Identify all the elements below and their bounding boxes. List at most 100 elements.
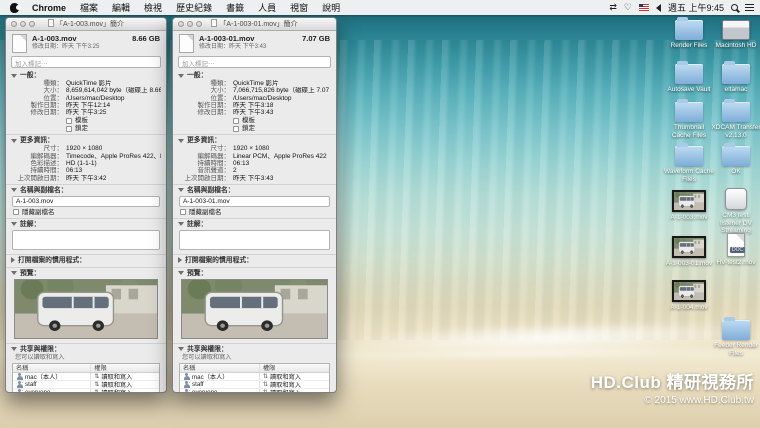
disclosure-triangle-icon[interactable] bbox=[178, 188, 184, 192]
section-open-with-header[interactable]: 打開檔案的慣用程式： bbox=[11, 256, 161, 265]
disclosure-triangle-icon[interactable] bbox=[178, 74, 184, 78]
video-preview-thumbnail[interactable] bbox=[14, 279, 158, 339]
checkbox[interactable] bbox=[180, 209, 186, 215]
desktop-icon-render-files[interactable]: Render Files bbox=[664, 20, 714, 50]
section-general-header[interactable]: 一般： bbox=[178, 71, 331, 80]
disclosure-triangle-icon[interactable] bbox=[11, 271, 17, 275]
watermark-copyright: © 2015 www.HD.Club.tw bbox=[591, 395, 754, 406]
disclosure-triangle-icon[interactable] bbox=[178, 222, 184, 226]
minimize-button[interactable] bbox=[20, 21, 26, 27]
title-bar[interactable]: 「A-1-003-01.mov」簡介 bbox=[173, 18, 336, 31]
section-comments-header[interactable]: 註解： bbox=[11, 220, 161, 229]
minimize-button[interactable] bbox=[187, 21, 193, 27]
info-row: 大小：7,066,715,826 byte（磁碟上 7.07 GB） bbox=[178, 87, 331, 94]
desktop-icon-macintosh-hd[interactable]: Macintosh HD bbox=[711, 20, 760, 50]
icon-label: Thumbnail Cache Files bbox=[664, 124, 714, 139]
checkbox[interactable] bbox=[66, 126, 72, 132]
info-row: 持續時間：06:13 bbox=[11, 167, 161, 174]
disclosure-triangle-icon[interactable] bbox=[178, 271, 184, 275]
zoom-button[interactable] bbox=[196, 21, 202, 27]
desktop-icon-streaming-app[interactable]: CM3 testi listener DV Streaming bbox=[711, 188, 760, 235]
section-comments-header[interactable]: 註解： bbox=[178, 220, 331, 229]
section-general: 一般： 種類：QuickTime 影片 大小：7,066,715,826 byt… bbox=[173, 70, 336, 134]
close-button[interactable] bbox=[11, 21, 17, 27]
desktop-icon-hv-test2-mov[interactable]: DOC HV-test2.mov bbox=[711, 233, 760, 267]
section-general-header[interactable]: 一般： bbox=[11, 71, 161, 80]
disclosure-triangle-icon[interactable] bbox=[11, 347, 17, 351]
checkbox[interactable] bbox=[233, 126, 239, 132]
title-doc-icon bbox=[48, 19, 54, 27]
checkbox[interactable] bbox=[66, 118, 72, 124]
notification-center-icon[interactable] bbox=[745, 4, 754, 11]
menu-history[interactable]: 歷史紀錄 bbox=[169, 1, 219, 14]
menu-help[interactable]: 說明 bbox=[315, 1, 347, 14]
disclosure-triangle-icon[interactable] bbox=[11, 188, 17, 192]
desktop-icon-ok[interactable]: OK bbox=[711, 146, 760, 176]
input-source-flag-icon[interactable] bbox=[639, 4, 649, 11]
desktop-icon-a-1-003-mov[interactable]: A-1-003.mov bbox=[664, 190, 714, 222]
section-open-with-header[interactable]: 打開檔案的慣用程式： bbox=[178, 256, 331, 265]
section-comments: 註解： bbox=[6, 218, 166, 254]
tags-input[interactable]: 加入標記⋯ bbox=[178, 56, 331, 68]
disclosure-triangle-icon[interactable] bbox=[178, 139, 184, 143]
close-button[interactable] bbox=[178, 21, 184, 27]
menu-edit[interactable]: 編輯 bbox=[105, 1, 137, 14]
volume-icon[interactable] bbox=[656, 4, 661, 12]
column-name[interactable]: 名稱 bbox=[180, 364, 260, 372]
section-preview-header[interactable]: 預覽： bbox=[11, 269, 161, 278]
tags-input[interactable]: 加入標記⋯ bbox=[11, 56, 161, 68]
menu-app-name[interactable]: Chrome bbox=[25, 3, 73, 13]
menu-view[interactable]: 檢視 bbox=[137, 1, 169, 14]
menu-bookmarks[interactable]: 書籤 bbox=[219, 1, 251, 14]
icon-label: Render Files bbox=[671, 42, 708, 50]
desktop-icon-a-1-004-mov[interactable]: A-1-004.mov bbox=[664, 280, 714, 312]
comments-field[interactable] bbox=[12, 230, 160, 250]
icon-label: eltamac bbox=[725, 86, 748, 94]
disclosure-triangle-icon[interactable] bbox=[11, 257, 15, 263]
disclosure-triangle-icon[interactable] bbox=[178, 347, 184, 351]
section-sharing-header[interactable]: 共享與權限： bbox=[178, 345, 331, 354]
movie-thumbnail-icon bbox=[672, 236, 706, 258]
menu-file[interactable]: 檔案 bbox=[73, 1, 105, 14]
section-preview-header[interactable]: 預覽： bbox=[178, 269, 331, 278]
menu-clock[interactable]: 週五 上午9:45 bbox=[668, 1, 724, 14]
section-name-extension-header[interactable]: 名稱與副檔名： bbox=[178, 186, 331, 195]
section-more-info-header[interactable]: 更多資訊： bbox=[178, 136, 331, 145]
apple-menu-icon[interactable] bbox=[10, 3, 19, 13]
desktop-icon-a-1-003-01-mov[interactable]: A-1-003-01.mov bbox=[664, 236, 714, 268]
filename-field[interactable]: A-1-003-01.mov bbox=[179, 196, 330, 207]
column-name[interactable]: 名稱 bbox=[13, 364, 91, 372]
video-preview-thumbnail[interactable] bbox=[181, 279, 328, 339]
desktop-icon-xdcam-transfer[interactable]: XDCAM Transfer v2.13.0 bbox=[711, 102, 760, 139]
section-open-with: 打開檔案的慣用程式： bbox=[6, 254, 166, 267]
filename-field[interactable]: A-1-003.mov bbox=[12, 196, 160, 207]
zoom-button[interactable] bbox=[29, 21, 35, 27]
section-name-extension: 名稱與副檔名： A-1-003.mov 隱藏副檔名 bbox=[6, 184, 166, 218]
disclosure-triangle-icon[interactable] bbox=[11, 74, 17, 78]
title-bar[interactable]: 「A-1-003.mov」簡介 bbox=[6, 18, 166, 31]
desktop-icon-waveform-cache[interactable]: Waveform Cache Files bbox=[664, 146, 714, 183]
disclosure-triangle-icon[interactable] bbox=[11, 139, 17, 143]
checkbox[interactable] bbox=[13, 209, 19, 215]
desktop-icon-autosave-vault[interactable]: Autosave Vault bbox=[664, 64, 714, 94]
comments-field[interactable] bbox=[179, 230, 330, 250]
privilege-popup-arrows-icon bbox=[263, 389, 268, 393]
desktop-icon-thumbnail-cache[interactable]: Thumbnail Cache Files bbox=[664, 102, 714, 139]
checkbox[interactable] bbox=[233, 118, 239, 124]
permission-row[interactable]: everyone 讀取和寫入 bbox=[13, 389, 159, 393]
disclosure-triangle-icon[interactable] bbox=[11, 222, 17, 226]
file-header: A-1-003-01.mov 修改日期：昨天 下午3:43 7.07 GB bbox=[173, 31, 336, 54]
section-sharing-header[interactable]: 共享與權限： bbox=[11, 345, 161, 354]
sync-status-icon[interactable]: ⇄ bbox=[609, 2, 617, 13]
section-name-extension-header[interactable]: 名稱與副檔名： bbox=[11, 186, 161, 195]
heart-menu-icon[interactable]: ♡ bbox=[624, 2, 632, 13]
desktop-icon-eltamac[interactable]: eltamac bbox=[711, 64, 760, 94]
locked-checkbox-row: 鎖定 bbox=[233, 125, 331, 132]
section-more-info-header[interactable]: 更多資訊： bbox=[11, 136, 161, 145]
menu-people[interactable]: 人員 bbox=[251, 1, 283, 14]
permission-row[interactable]: everyone 讀取和寫入 bbox=[180, 389, 329, 393]
desktop-icon-feeder-render-files[interactable]: Feeder Render Files bbox=[711, 320, 760, 357]
disclosure-triangle-icon[interactable] bbox=[178, 257, 182, 263]
menu-window[interactable]: 視窗 bbox=[283, 1, 315, 14]
spotlight-search-icon[interactable] bbox=[731, 4, 738, 11]
